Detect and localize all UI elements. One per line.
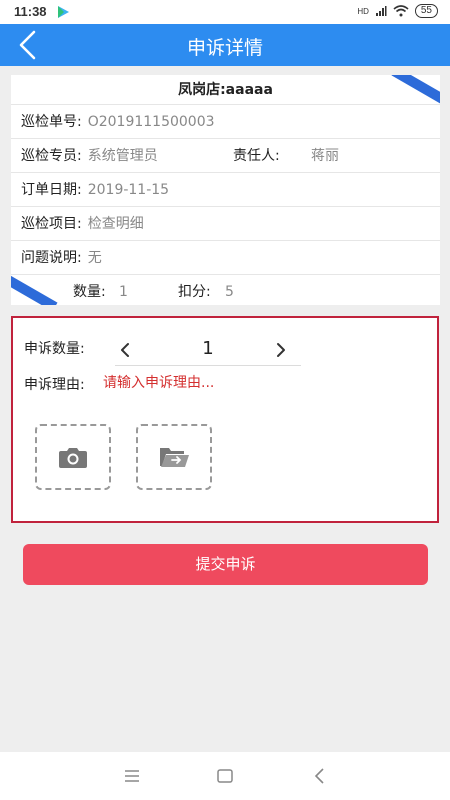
inspection-number-value: O2019111500003 [87, 114, 215, 130]
inspection-number-label: 巡检单号: [21, 114, 82, 130]
inspection-info-card: 凤岗店:aaaaa 巡检单号: O2019111500003 巡检专员: 系统管理员… [11, 75, 440, 305]
quantity-label: 数量: [73, 284, 106, 300]
status-bar: 11:38 HD 55 [0, 0, 450, 24]
upload-photo-button[interactable] [35, 424, 111, 490]
order-date-label: 订单日期: [21, 182, 82, 198]
order-date-row: 订单日期: 2019-11-15 [11, 173, 440, 207]
upload-file-button[interactable] [136, 424, 212, 490]
folder-icon [160, 448, 189, 467]
status-indicators: HD 55 [357, 4, 438, 18]
issue-value: 无 [87, 250, 102, 266]
appeal-quantity-stepper[interactable]: 1 [115, 336, 301, 366]
inspection-item-value: 检查明细 [87, 216, 144, 232]
inspector-label: 巡检专员: [21, 148, 82, 164]
issue-row: 问题说明: 无 [11, 241, 440, 275]
appeal-form: 申诉数量: 1 申诉理由: [11, 316, 439, 523]
quantity-value: 1 [119, 284, 128, 300]
responsible-value: 蒋丽 [311, 148, 339, 164]
home-icon[interactable] [215, 766, 235, 786]
inspection-number-row: 巡检单号: O2019111500003 [11, 105, 440, 139]
network-label: HD [357, 6, 369, 16]
appeal-quantity-label: 申诉数量: [24, 341, 85, 357]
app-header: 申诉详情 [0, 24, 450, 66]
page-title: 申诉详情 [186, 37, 263, 59]
store-title: 凤岗店:aaaaa [11, 75, 440, 105]
camera-icon [59, 448, 87, 468]
menu-icon[interactable] [122, 766, 142, 786]
play-store-icon [58, 6, 69, 18]
system-nav-bar [0, 752, 450, 800]
deduction-label: 扣分: [178, 284, 211, 300]
inspector-row: 巡检专员: 系统管理员 责任人: 蒋丽 [11, 139, 440, 173]
score-row: 数量: 1 扣分: 5 [11, 275, 440, 305]
wifi-icon [393, 5, 409, 17]
appeal-reason-label: 申诉理由: [24, 377, 85, 393]
chevron-right-icon[interactable] [271, 340, 291, 360]
inspection-item-label: 巡检项目: [21, 216, 82, 232]
inspection-item-row: 巡检项目: 检查明细 [11, 207, 440, 241]
signal-icon [375, 6, 387, 16]
appeal-reason-input[interactable] [103, 372, 403, 394]
inspector-value: 系统管理员 [87, 148, 158, 164]
issue-label: 问题说明: [21, 250, 82, 266]
responsible-label: 责任人: [233, 148, 280, 164]
back-nav-icon[interactable] [310, 766, 330, 786]
battery-indicator: 55 [414, 4, 438, 18]
submit-appeal-button[interactable]: 提交申诉 [23, 544, 428, 585]
deduction-value: 5 [225, 284, 234, 300]
order-date-value: 2019-11-15 [87, 182, 170, 198]
status-time: 11:38 [14, 4, 47, 19]
